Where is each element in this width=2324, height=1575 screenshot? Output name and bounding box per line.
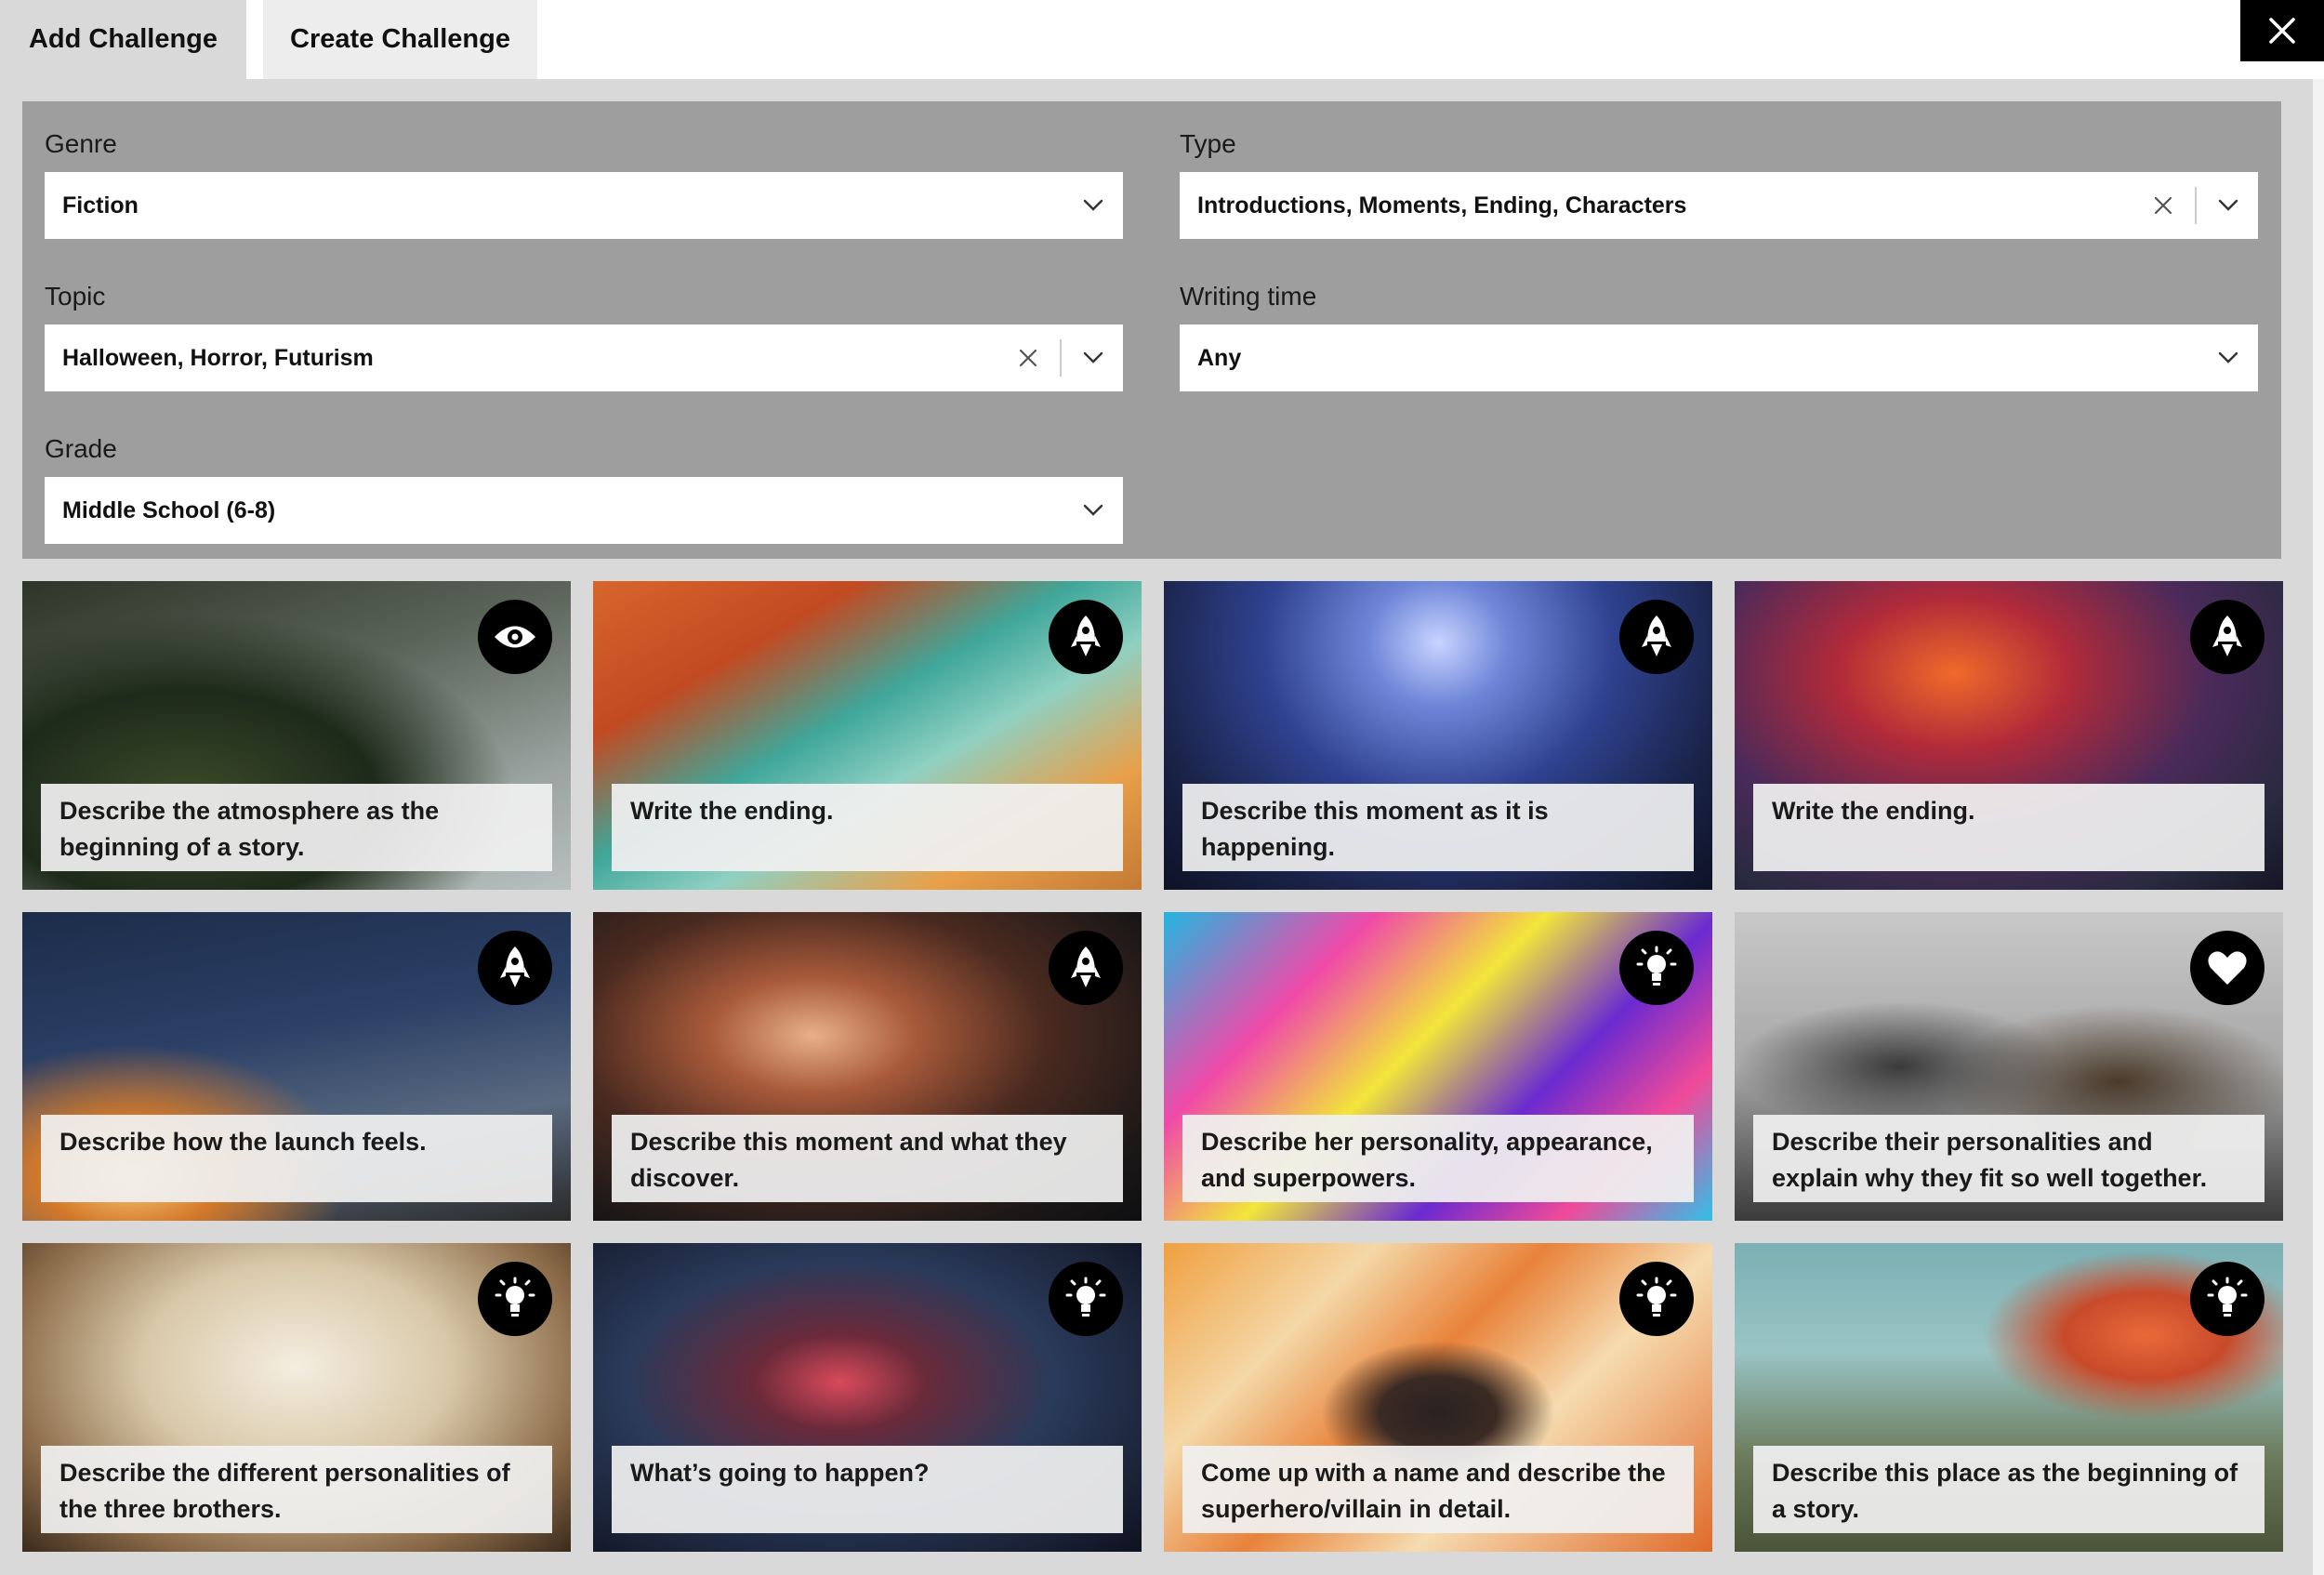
- close-button[interactable]: [2240, 0, 2324, 61]
- rocket-icon: [1049, 600, 1123, 674]
- grade-label: Grade: [45, 434, 117, 463]
- tab-bar: Add Challenge Create Challenge: [0, 0, 2324, 79]
- challenge-card[interactable]: Describe this place as the beginning of …: [1735, 1243, 2283, 1552]
- chevron-down-icon[interactable]: [1069, 492, 1117, 529]
- writing-time-select[interactable]: Any: [1180, 324, 2258, 391]
- writing-time-label: Writing time: [1180, 282, 1317, 311]
- card-caption: Describe this place as the beginning of …: [1753, 1446, 2265, 1533]
- topic-field: Topic Halloween, Horror, Futurism: [45, 280, 1123, 391]
- challenge-card[interactable]: Describe this moment as it is happening.: [1164, 581, 1712, 890]
- card-caption: What’s going to happen?: [612, 1446, 1123, 1533]
- clear-icon[interactable]: [2145, 187, 2182, 224]
- topic-select[interactable]: Halloween, Horror, Futurism: [45, 324, 1123, 391]
- genre-label: Genre: [45, 129, 117, 158]
- challenge-card[interactable]: Describe the different personalities of …: [22, 1243, 571, 1552]
- scrollbar[interactable]: [2313, 79, 2324, 1575]
- writing-time-value: Any: [1197, 344, 1242, 371]
- lightbulb-icon: [1049, 1262, 1123, 1336]
- card-caption: Write the ending.: [1753, 784, 2265, 871]
- chevron-down-icon[interactable]: [1069, 187, 1117, 224]
- challenge-card[interactable]: Describe the atmosphere as the beginning…: [22, 581, 571, 890]
- rocket-icon: [2190, 600, 2265, 674]
- challenge-card[interactable]: Write the ending.: [593, 581, 1142, 890]
- filter-panel: Genre Fiction Type Introductions, Moment…: [22, 101, 2281, 559]
- tab-add-challenge[interactable]: Add Challenge: [0, 0, 246, 79]
- genre-field: Genre Fiction: [45, 127, 1123, 239]
- topic-value: Halloween, Horror, Futurism: [62, 344, 374, 371]
- rocket-icon: [478, 931, 552, 1005]
- card-caption: Describe the different personalities of …: [41, 1446, 552, 1533]
- lightbulb-icon: [1619, 931, 1694, 1005]
- chevron-down-icon[interactable]: [1069, 339, 1117, 377]
- challenge-card[interactable]: What’s going to happen?: [593, 1243, 1142, 1552]
- close-icon: [2269, 18, 2295, 44]
- lightbulb-icon: [2190, 1262, 2265, 1336]
- challenge-card[interactable]: Describe their personalities and explain…: [1735, 912, 2283, 1221]
- genre-select[interactable]: Fiction: [45, 172, 1123, 239]
- rocket-icon: [1619, 600, 1694, 674]
- writing-time-field: Writing time Any: [1180, 280, 2258, 391]
- type-field: Type Introductions, Moments, Ending, Cha…: [1180, 127, 2258, 239]
- challenge-card[interactable]: Describe this moment and what they disco…: [593, 912, 1142, 1221]
- card-caption: Write the ending.: [612, 784, 1123, 871]
- challenge-card[interactable]: Come up with a name and describe the sup…: [1164, 1243, 1712, 1552]
- lightbulb-icon: [478, 1262, 552, 1336]
- type-value: Introductions, Moments, Ending, Characte…: [1197, 192, 1687, 218]
- card-caption: Describe their personalities and explain…: [1753, 1115, 2265, 1202]
- select-separator: [1060, 339, 1062, 377]
- clear-icon[interactable]: [1010, 339, 1047, 377]
- challenge-card[interactable]: Describe how the launch feels.: [22, 912, 571, 1221]
- heart-icon: [2190, 931, 2265, 1005]
- type-select[interactable]: Introductions, Moments, Ending, Characte…: [1180, 172, 2258, 239]
- select-separator: [2195, 187, 2197, 224]
- card-caption: Describe the atmosphere as the beginning…: [41, 784, 552, 871]
- challenge-card[interactable]: Write the ending.: [1735, 581, 2283, 890]
- grade-select[interactable]: Middle School (6-8): [45, 477, 1123, 544]
- genre-value: Fiction: [62, 192, 139, 218]
- rocket-icon: [1049, 931, 1123, 1005]
- chevron-down-icon[interactable]: [2204, 187, 2252, 224]
- card-caption: Describe this moment as it is happening.: [1182, 784, 1694, 871]
- card-caption: Describe her personality, appearance, an…: [1182, 1115, 1694, 1202]
- card-caption: Describe this moment and what they disco…: [612, 1115, 1123, 1202]
- lightbulb-icon: [1619, 1262, 1694, 1336]
- tab-create-challenge[interactable]: Create Challenge: [263, 0, 537, 79]
- card-caption: Come up with a name and describe the sup…: [1182, 1446, 1694, 1533]
- challenge-card[interactable]: Describe her personality, appearance, an…: [1164, 912, 1712, 1221]
- topic-label: Topic: [45, 282, 106, 311]
- type-label: Type: [1180, 129, 1236, 158]
- grade-value: Middle School (6-8): [62, 496, 276, 523]
- grade-field: Grade Middle School (6-8): [45, 432, 1123, 544]
- card-caption: Describe how the launch feels.: [41, 1115, 552, 1202]
- chevron-down-icon[interactable]: [2204, 339, 2252, 377]
- eye-icon: [478, 600, 552, 674]
